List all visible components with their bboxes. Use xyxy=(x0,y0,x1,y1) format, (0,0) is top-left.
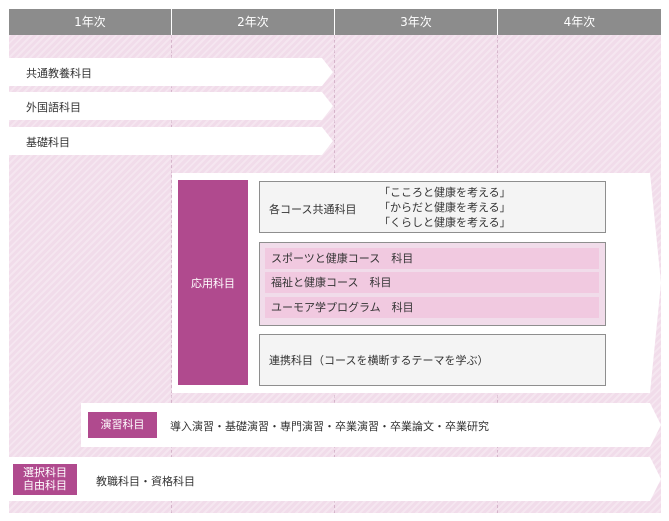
course-humor: ユーモア学プログラム 科目 xyxy=(265,297,599,318)
seminar-tag: 演習科目 xyxy=(88,412,157,438)
common-course-item: 「くらしと健康を考える」 xyxy=(379,216,511,229)
curriculum-diagram: 1年次 2年次 3年次 4年次 共通教養科目 外国語科目 基礎科目 応用科目 各… xyxy=(0,0,669,521)
applied-tag: 応用科目 xyxy=(178,180,248,385)
course-welfare: 福祉と健康コース 科目 xyxy=(265,272,599,293)
year-header-2: 2年次 xyxy=(172,9,335,35)
elective-tag-line: 自由科目 xyxy=(23,479,67,492)
year-header-3: 3年次 xyxy=(335,9,498,35)
common-course-item: 「からだと健康を考える」 xyxy=(379,201,511,214)
common-course-item: 「こころと健康を考える」 xyxy=(379,186,511,199)
seminar-text: 導入演習・基礎演習・専門演習・卒業演習・卒業論文・卒業研究 xyxy=(170,420,489,433)
elective-text: 教職科目・資格科目 xyxy=(96,475,195,488)
cooperation-label: 連携科目（コースを横断するテーマを学ぶ） xyxy=(269,354,489,367)
elective-tag: 選択科目 自由科目 xyxy=(13,464,77,495)
basic-row-label: 基礎科目 xyxy=(26,136,70,149)
language-row-label: 外国語科目 xyxy=(26,101,81,114)
general-row-label: 共通教養科目 xyxy=(26,67,92,80)
common-course-label: 各コース共通科目 xyxy=(269,203,357,216)
elective-tag-line: 選択科目 xyxy=(23,466,67,479)
course-sports: スポーツと健康コース 科目 xyxy=(265,248,599,269)
year-header-4: 4年次 xyxy=(498,9,661,35)
year-header-1: 1年次 xyxy=(9,9,172,35)
